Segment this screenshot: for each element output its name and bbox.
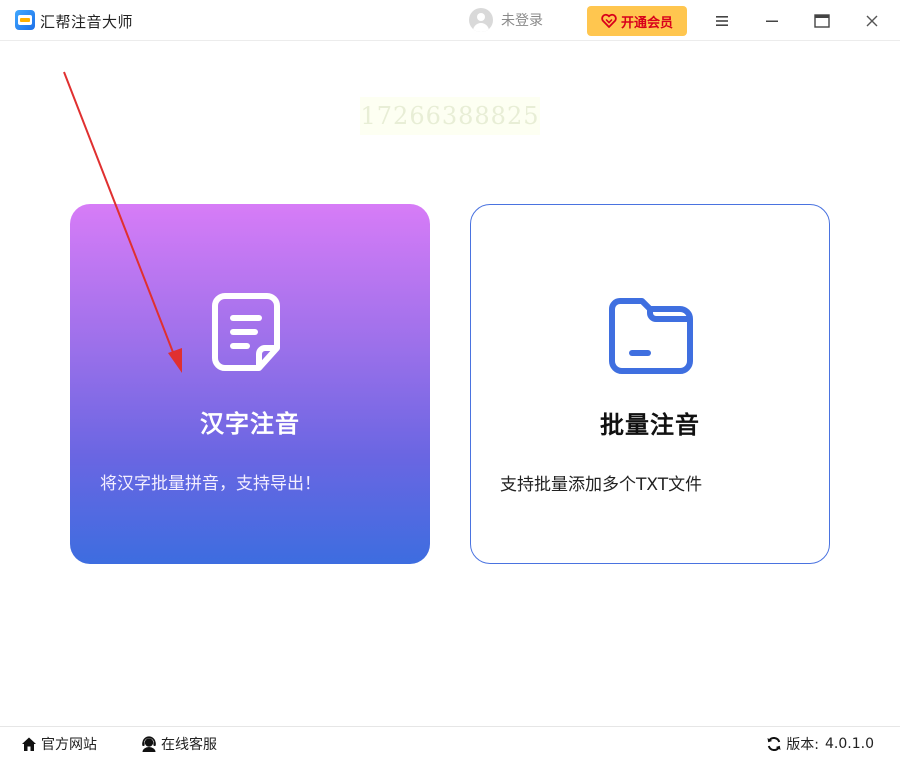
batch-card-description: 支持批量添加多个TXT文件 bbox=[500, 475, 703, 495]
online-service-link[interactable]: 在线客服 bbox=[140, 727, 217, 760]
minimize-icon bbox=[766, 20, 778, 22]
title-bar: 汇帮注音大师 未登录 开通会员 bbox=[0, 0, 900, 41]
login-button[interactable]: 未登录 bbox=[469, 8, 543, 32]
vip-button-label: 开通会员 bbox=[620, 14, 673, 30]
batch-card-title: 批量注音 bbox=[600, 411, 700, 439]
document-icon bbox=[212, 293, 280, 371]
refresh-icon bbox=[767, 737, 781, 751]
login-status-label: 未登录 bbox=[501, 13, 543, 29]
close-icon bbox=[866, 15, 878, 27]
minimize-button[interactable] bbox=[761, 10, 783, 32]
heart-diamond-icon bbox=[601, 13, 617, 28]
batch-annotation-card[interactable]: 批量注音 支持批量添加多个TXT文件 bbox=[470, 204, 830, 564]
close-button[interactable] bbox=[861, 10, 883, 32]
maximize-button[interactable] bbox=[811, 10, 833, 32]
watermark-text: 17266388825 bbox=[360, 97, 540, 135]
app-window: 汇帮注音大师 未登录 开通会员 17266388825 汉字注音 将汉字批量拼音… bbox=[0, 0, 900, 760]
online-service-label: 在线客服 bbox=[161, 737, 217, 753]
maximize-icon bbox=[814, 14, 830, 28]
hanzi-card-description: 将汉字批量拼音，支持导出！ bbox=[100, 474, 321, 494]
hanzi-card-title: 汉字注音 bbox=[200, 410, 300, 438]
user-avatar-icon bbox=[469, 8, 493, 32]
official-website-link[interactable]: 官方网站 bbox=[20, 727, 97, 760]
app-title: 汇帮注音大师 bbox=[40, 13, 134, 31]
app-logo-icon bbox=[15, 10, 35, 30]
home-icon bbox=[22, 737, 36, 751]
official-website-label: 官方网站 bbox=[41, 737, 97, 753]
menu-button[interactable] bbox=[711, 10, 733, 32]
version-info: 版本: 4.0.1.0 bbox=[766, 727, 874, 760]
menu-icon bbox=[716, 16, 728, 26]
folder-icon bbox=[609, 298, 693, 374]
version-number: 4.0.1.0 bbox=[825, 736, 874, 752]
hanzi-annotation-card[interactable]: 汉字注音 将汉字批量拼音，支持导出！ bbox=[70, 204, 430, 564]
footer-bar: 官方网站 在线客服 版本: 4.0.1.0 bbox=[0, 726, 900, 760]
vip-button[interactable]: 开通会员 bbox=[587, 6, 687, 36]
customer-service-icon bbox=[142, 736, 156, 752]
version-label: 版本: bbox=[786, 737, 820, 753]
